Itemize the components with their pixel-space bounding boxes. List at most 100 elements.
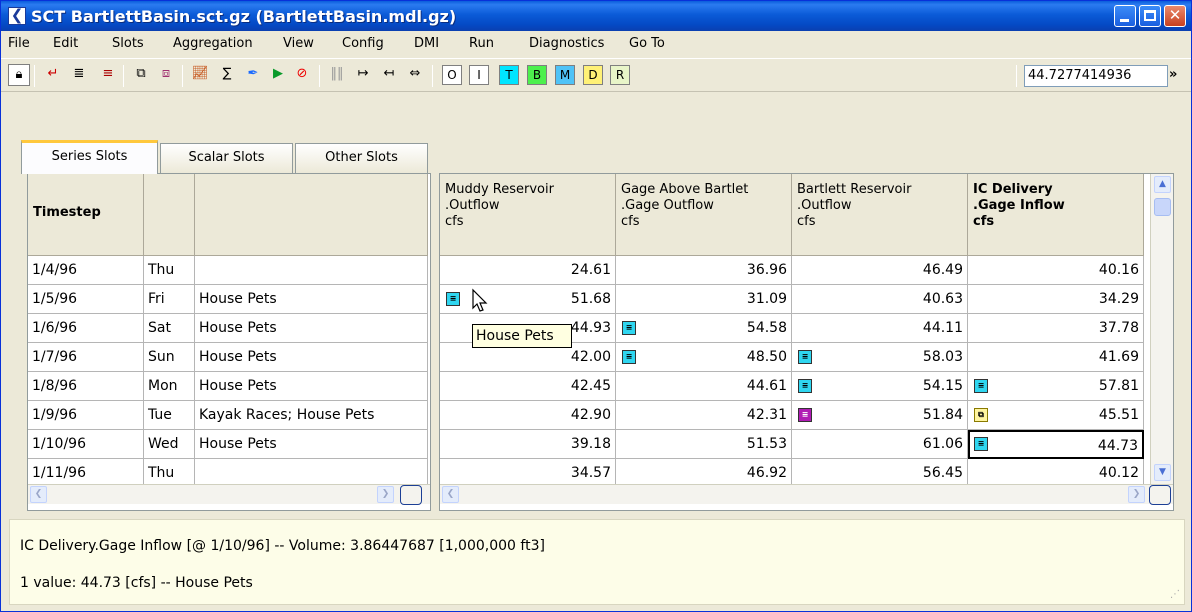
timestep-cell-note[interactable]: House Pets [195,372,428,401]
timestep-cell-date[interactable]: 1/10/96 [28,430,144,459]
note-flag-icon[interactable]: ≡ [798,408,812,422]
timestep-cell-date[interactable]: 1/4/96 [28,256,144,285]
series-column-header[interactable]: Gage Above Bartlet .Gage Outflow cfs [616,174,792,256]
run-step-button[interactable]: ✒ [242,64,264,86]
lock-button[interactable]: 🔒︎ [8,64,30,86]
series-value-cell[interactable]: 36.96 [616,256,792,285]
multi-note-flag-icon[interactable]: ⧉ [974,408,988,422]
note-flag-icon[interactable]: ≡ [974,437,988,451]
note-flag-icon[interactable]: ≡ [798,379,812,393]
timestep-cell-day[interactable]: Sun [144,343,195,372]
series-value-cell[interactable]: 46.49 [792,256,968,285]
expand-width-button[interactable]: ↦ [352,64,374,86]
menu-file[interactable]: File [8,36,30,51]
series-value-cell[interactable]: 44.61 [616,372,792,401]
note-flag-icon[interactable]: ≡ [622,350,636,364]
tab-other-slots[interactable]: Other Slots [295,143,428,173]
timestep-cell-note[interactable]: Kayak Races; House Pets [195,401,428,430]
scroll-left-button[interactable]: ❮ [442,486,459,503]
series-value-cell[interactable]: 51.68 [440,285,616,314]
timestep-cell-date[interactable]: 1/7/96 [28,343,144,372]
scroll-down-button[interactable]: ▼ [1154,464,1171,481]
tab-scalar-slots[interactable]: Scalar Slots [160,143,293,173]
timestep-cell-note[interactable]: House Pets [195,285,428,314]
note-flag-icon[interactable]: ≡ [798,350,812,364]
right-horizontal-scrollbar[interactable]: ❮ ❯ [440,484,1173,505]
stats-button[interactable]: ∑ [216,64,238,86]
close-slot-button[interactable]: ⧈ [155,64,177,86]
row-select-button[interactable]: ≡ [97,64,119,86]
timestep-cell-date[interactable]: 1/8/96 [28,372,144,401]
flag-r-button[interactable]: R [610,65,630,85]
series-value-cell[interactable]: 24.61 [440,256,616,285]
menu-config[interactable]: Config [342,36,384,51]
flag-o-button[interactable]: O [442,65,462,85]
vertical-scrollbar[interactable]: ▲ ▼ [1150,174,1173,484]
scroll-left-button[interactable]: ❮ [30,486,47,503]
shrink-width-button[interactable]: ↤ [378,64,400,86]
menu-run[interactable]: Run [469,36,494,51]
timestep-cell-date[interactable]: 1/6/96 [28,314,144,343]
series-value-cell[interactable]: 45.51 [968,401,1144,430]
series-value-cell[interactable]: 58.03 [792,343,968,372]
series-value-cell[interactable]: 37.78 [968,314,1144,343]
menu-aggregation[interactable]: Aggregation [173,36,253,51]
series-value-cell[interactable]: 40.16 [968,256,1144,285]
series-column-header[interactable]: Bartlett Reservoir .Outflow cfs [792,174,968,256]
menu-edit[interactable]: Edit [53,36,78,51]
timestep-cell-note[interactable]: House Pets [195,343,428,372]
scroll-corner-box[interactable] [1149,485,1171,505]
flag-t-button[interactable]: T [499,65,519,85]
series-value-cell[interactable]: 42.31 [616,401,792,430]
note-flag-icon[interactable]: ≡ [446,292,460,306]
series-value-cell[interactable]: 61.06 [792,430,968,459]
timestep-cell-date[interactable]: 1/9/96 [28,401,144,430]
timestep-cell-day[interactable]: Sat [144,314,195,343]
flag-d-button[interactable]: D [583,65,603,85]
maximize-button[interactable] [1139,5,1161,27]
timestep-cell-day[interactable]: Mon [144,372,195,401]
series-value-cell[interactable]: 42.90 [440,401,616,430]
timestep-cell-note[interactable]: House Pets [195,430,428,459]
timestep-cell-note[interactable]: House Pets [195,314,428,343]
scroll-corner-box[interactable] [400,485,422,505]
series-value-cell[interactable]: 42.45 [440,372,616,401]
series-value-cell[interactable]: 34.29 [968,285,1144,314]
scroll-up-button[interactable]: ▲ [1154,176,1171,193]
plot-button[interactable]: 📈︎ [189,64,211,86]
timestep-cell-day[interactable]: Wed [144,430,195,459]
series-value-cell[interactable]: 40.63 [792,285,968,314]
tab-series-slots[interactable]: Series Slots [21,140,158,174]
selected-value-cell[interactable]: 44.73 [968,430,1144,459]
note-header[interactable] [195,174,428,256]
timestep-cell-day[interactable]: Tue [144,401,195,430]
menu-diagnostics[interactable]: Diagnostics [529,36,604,51]
timestep-header[interactable]: Timestep [28,174,144,256]
close-button[interactable]: ✕ [1164,5,1186,27]
series-column-header[interactable]: Muddy Reservoir .Outflow cfs [440,174,616,256]
minimize-button[interactable] [1114,5,1136,27]
flag-i-button[interactable]: I [469,65,489,85]
timestep-cell-date[interactable]: 1/5/96 [28,285,144,314]
series-value-cell[interactable]: 54.15 [792,372,968,401]
series-value-cell[interactable]: 41.69 [968,343,1144,372]
left-horizontal-scrollbar[interactable]: ❮ ❯ [28,484,430,505]
sort-rows-button[interactable]: ≣ [68,64,90,86]
menu-slots[interactable]: Slots [112,36,144,51]
open-slot-button[interactable]: ⧉ [130,64,152,86]
play-button[interactable]: ▶ [267,64,289,86]
series-value-cell[interactable]: 57.81 [968,372,1144,401]
timestep-cell-day[interactable]: Thu [144,256,195,285]
timestep-cell-note[interactable] [195,256,428,285]
flag-b-button[interactable]: B [527,65,547,85]
menu-view[interactable]: View [283,36,314,51]
stop-button[interactable]: ⊘ [291,64,313,86]
menu-goto[interactable]: Go To [629,36,665,51]
note-flag-icon[interactable]: ≡ [622,321,636,335]
series-value-cell[interactable]: 31.09 [616,285,792,314]
series-value-cell[interactable]: 44.11 [792,314,968,343]
series-column-header[interactable]: IC Delivery .Gage Inflow cfs [968,174,1144,256]
note-flag-icon[interactable]: ≡ [974,379,988,393]
columns-button[interactable]: ‖‖ [326,64,348,86]
value-field[interactable]: 44.7277414936 [1024,65,1168,87]
